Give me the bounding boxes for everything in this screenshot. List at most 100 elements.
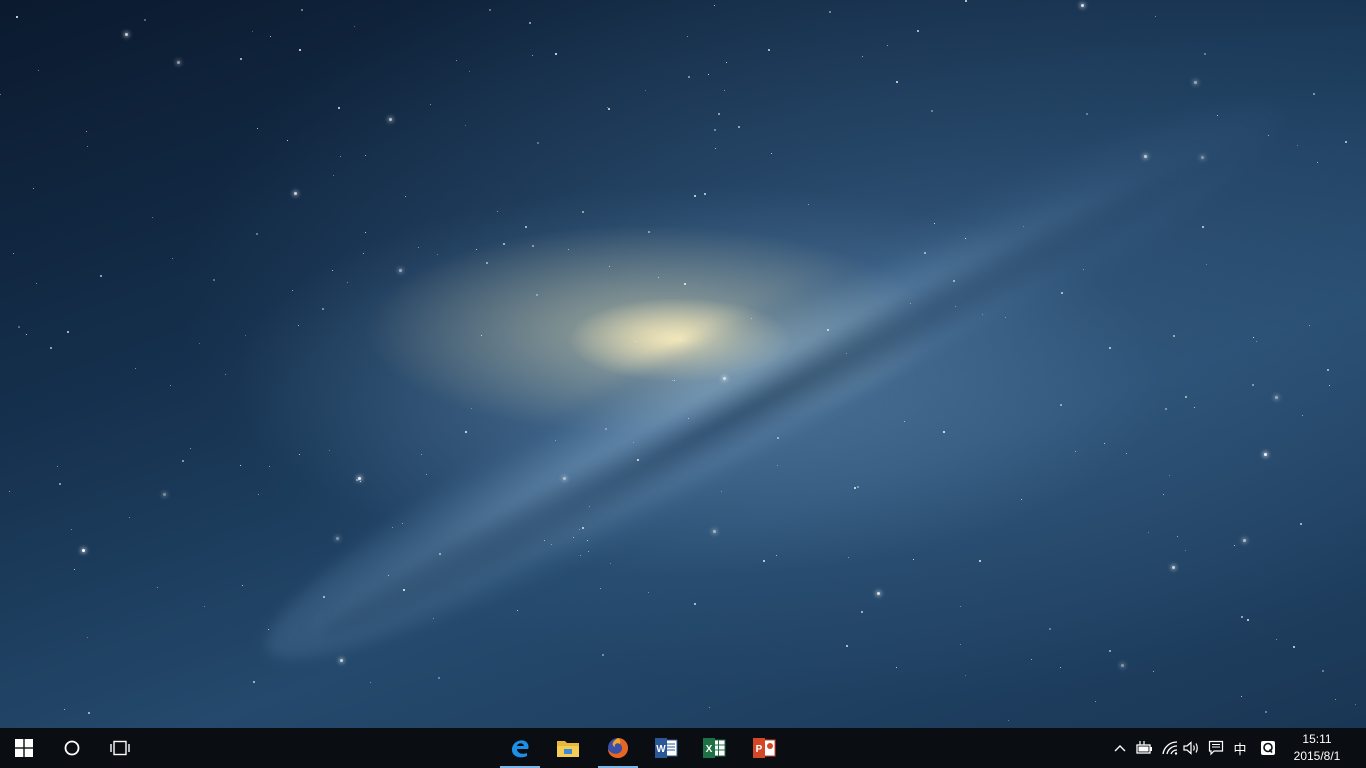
star [1300,523,1302,525]
star [1297,145,1298,146]
star [33,188,34,189]
star [336,537,339,540]
star [857,486,859,488]
network-tray-button[interactable] [1160,738,1180,758]
star [354,26,355,27]
star [258,494,259,495]
star [253,681,255,683]
star [74,569,75,570]
star [1031,659,1032,660]
star [1185,550,1186,551]
star [1252,384,1254,386]
taskbar-app-edge[interactable] [496,728,544,768]
star [144,19,146,21]
star [532,245,534,247]
star [177,61,180,64]
star [1202,226,1204,228]
taskbar-app-firefox[interactable] [594,728,642,768]
star [64,709,65,710]
start-button[interactable] [0,728,48,768]
star [389,118,392,121]
star [242,585,243,586]
star [670,332,671,333]
star [887,45,888,46]
star [1155,16,1156,17]
star [13,253,14,254]
ime-indicator[interactable]: 中 [1230,738,1250,758]
star [658,277,659,278]
star [332,270,333,271]
taskbar-app-excel[interactable]: X [690,728,738,768]
star [960,606,961,607]
task-view-icon [110,740,130,756]
star [438,677,440,679]
clock-date: 2015/8/1 [1293,749,1341,763]
star [718,113,720,115]
star [960,644,961,645]
star [256,233,258,235]
star [1204,53,1206,55]
star [1021,499,1022,500]
star [1217,115,1218,116]
star [252,31,253,32]
taskbar-app-word[interactable]: W [642,728,690,768]
star [323,596,325,598]
star [365,155,366,156]
star [1327,369,1329,371]
star [1201,156,1204,159]
star [965,238,966,239]
star [503,243,505,245]
star [1293,646,1295,648]
notification-icon [1208,740,1224,756]
powerpoint-icon: P [753,738,776,758]
taskbar-app-powerpoint[interactable]: P [740,728,788,768]
taskbar-app-file-explorer[interactable] [544,728,592,768]
star [402,523,403,524]
star [481,335,482,336]
star [1109,650,1111,652]
starfield [0,0,1366,728]
star [1169,475,1170,476]
star [602,654,604,656]
star [170,385,171,386]
star [190,448,191,449]
star [721,491,722,492]
star [573,537,574,538]
star [1313,93,1315,95]
power-tray-button[interactable] [1134,738,1154,758]
star [418,247,419,248]
action-center-button[interactable] [1206,738,1226,758]
chevron-up-icon [1114,745,1126,752]
star [465,431,467,433]
star [648,592,649,593]
star [245,335,246,336]
task-view-button[interactable] [96,728,144,768]
star [862,56,863,57]
star [896,667,897,668]
battery-plug-icon [1136,741,1152,754]
star [57,466,58,467]
volume-tray-button[interactable] [1182,738,1202,758]
star [827,329,829,331]
star [299,454,300,455]
search-button[interactable] [48,728,96,768]
star [1126,453,1127,454]
star [694,195,696,197]
svg-text:W: W [656,744,666,755]
clock-button[interactable]: 15:11 2015/8/1 [1282,731,1352,765]
show-hidden-icons-button[interactable] [1110,738,1130,758]
star [726,62,727,63]
star [877,592,880,595]
star [392,527,393,528]
qq-tray-button[interactable] [1258,738,1278,758]
star [497,211,498,212]
star [489,9,491,11]
star [430,104,431,105]
star [608,108,610,110]
star [1023,226,1024,227]
star [1173,335,1175,337]
star [771,153,772,154]
svg-text:X: X [706,744,713,755]
star [163,493,166,496]
star [71,529,72,530]
